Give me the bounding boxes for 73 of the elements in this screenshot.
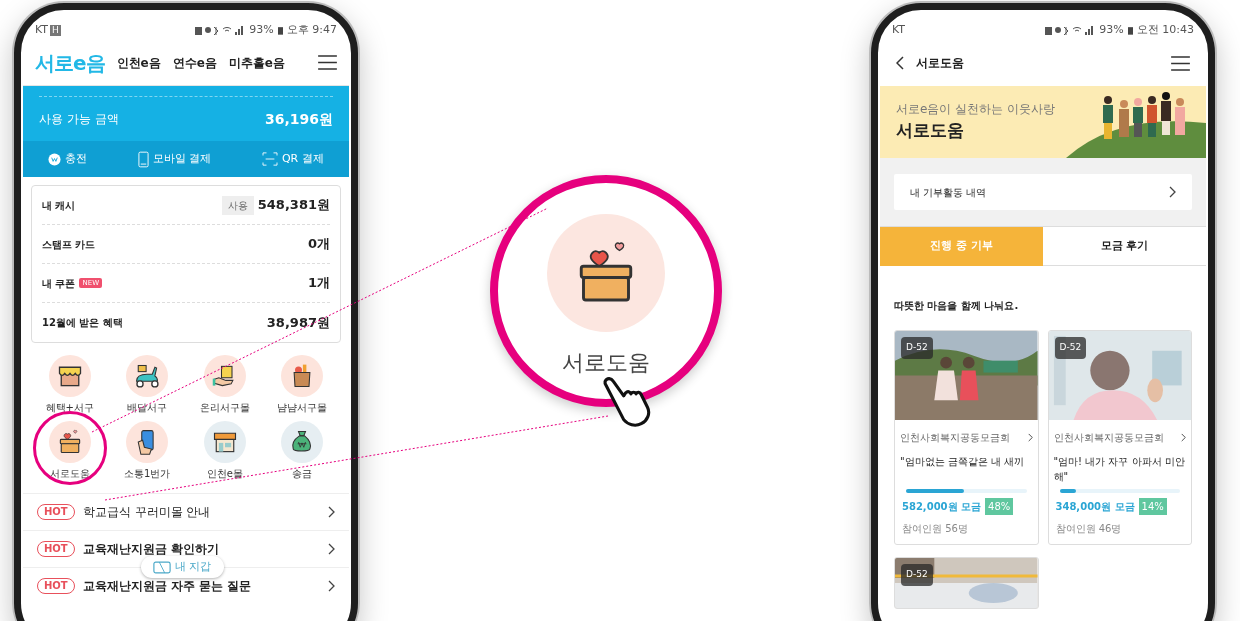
clock: 오후 9:47 <box>286 22 337 39</box>
participant-count: 참여인원 56명 <box>902 523 968 534</box>
chevron-right-icon <box>328 543 335 555</box>
phone-icon <box>137 150 149 168</box>
service-label[interactable]: 냠냠서구몰 <box>277 400 328 415</box>
battery-icon <box>1127 26 1133 35</box>
d-day-badge: D-52 <box>901 337 933 359</box>
percent-badge: 14% <box>1138 498 1167 515</box>
summary-label: 내 쿠폰 <box>42 276 76 291</box>
use-chip[interactable]: 사용 <box>221 195 254 215</box>
service-label: 서로도움 <box>562 348 650 377</box>
summary-value: 0개 <box>307 235 330 254</box>
status-icons <box>195 25 246 36</box>
organization-name: 인천사회복지공동모금회 <box>1053 431 1164 445</box>
battery-level: 93% <box>249 22 274 39</box>
notice-title[interactable]: 학교급식 꾸러미몰 안내 <box>82 503 320 521</box>
banner-subtitle: 서로e음이 실천하는 이웃사랑 <box>896 101 1055 119</box>
chevron-right-icon <box>328 506 335 518</box>
balance-amount: 36,196원 <box>264 109 333 129</box>
summary-label: 12월에 받은 혜택 <box>42 316 123 330</box>
percent-badge: 48% <box>985 498 1014 515</box>
network-badge: H <box>50 25 61 36</box>
banner-title: 서로도움 <box>896 119 965 143</box>
service-label[interactable]: 송금 <box>292 466 313 481</box>
summary-label: 내 캐시 <box>42 198 76 213</box>
status-icons <box>1045 25 1096 36</box>
service-label[interactable]: 인천e몰 <box>206 466 243 481</box>
menu-icon[interactable] <box>1171 55 1190 71</box>
d-day-badge: D-52 <box>1054 337 1087 359</box>
carrier-label: KT <box>892 22 906 39</box>
service-label[interactable]: 배달서구 <box>127 400 168 415</box>
chevron-right-icon <box>1169 186 1176 198</box>
nav-link[interactable]: 인천e음 <box>116 53 161 72</box>
service-label[interactable]: 혜택+서구 <box>45 400 94 415</box>
banner[interactable]: 서로e음이 실천하는 이웃사랑 서로도움 <box>880 86 1206 158</box>
summary-value: 38,987원 <box>266 313 330 332</box>
clock: 오전 10:43 <box>1136 22 1194 39</box>
menu-icon[interactable] <box>318 55 337 70</box>
section-title: 따뜻한 마음을 함께 나눠요. <box>894 300 1019 311</box>
nav-link[interactable]: 연수e음 <box>172 53 217 72</box>
campaign-title: "엄마없는 금쪽같은 내 새끼 <box>900 456 1025 467</box>
battery-level: 93% <box>1099 22 1124 39</box>
summary-value: 1개 <box>307 274 330 293</box>
page-title: 서로도움 <box>916 55 965 72</box>
service-label[interactable]: 온리서구몰 <box>199 400 250 415</box>
chevron-right-icon <box>328 580 335 592</box>
campaign-title: "엄마! 내가 자꾸 아파서 미안해" <box>1053 456 1185 482</box>
battery-icon <box>277 26 283 35</box>
notice-title[interactable]: 교육재난지원금 자주 묻는 질문 <box>82 577 320 595</box>
balance-label: 사용 가능 금액 <box>39 111 119 128</box>
amount-raised: 348,000원 모금 <box>1055 500 1135 514</box>
scan-icon <box>261 152 278 166</box>
back-icon[interactable] <box>896 56 904 70</box>
campaign-card[interactable]: D-52 인천사회복지공동모금회 "엄마없는 금쪽같은 내 새끼 582,000원 모금 48% 참여인원 56명 <box>894 330 1039 545</box>
coin-icon <box>48 152 62 166</box>
organization-name: 인천사회복지공동모금회 <box>900 431 1010 445</box>
participant-count: 참여인원 46명 <box>1055 523 1122 534</box>
donation-history-link[interactable]: 내 기부활동 내역 <box>894 174 1192 210</box>
summary-label: 스탬프 카드 <box>42 237 96 252</box>
notice-title[interactable]: 교육재난지원금 확인하기 <box>82 540 320 558</box>
campaign-card[interactable]: D-52 인천사회복지공동모금회 "엄마! 내가 자꾸 아파서 미안해" 348,000원 모금 14% 참여인원 46명 <box>1047 330 1192 545</box>
service-label[interactable]: 서로도움 <box>49 466 90 481</box>
campaign-card[interactable]: D-52 <box>894 557 1039 609</box>
carrier-label: KT <box>35 22 49 39</box>
d-day-badge: D-52 <box>901 564 933 586</box>
wallet-icon <box>153 560 171 574</box>
summary-value: 548,381원 <box>257 196 330 215</box>
service-label[interactable]: 소통1번가 <box>124 466 171 481</box>
chevron-right-icon <box>1027 433 1033 442</box>
chevron-right-icon <box>1181 433 1186 442</box>
amount-raised: 582,000원 모금 <box>902 500 982 514</box>
nav-link[interactable]: 미추홀e음 <box>228 53 285 72</box>
scooter-icon <box>133 362 162 390</box>
